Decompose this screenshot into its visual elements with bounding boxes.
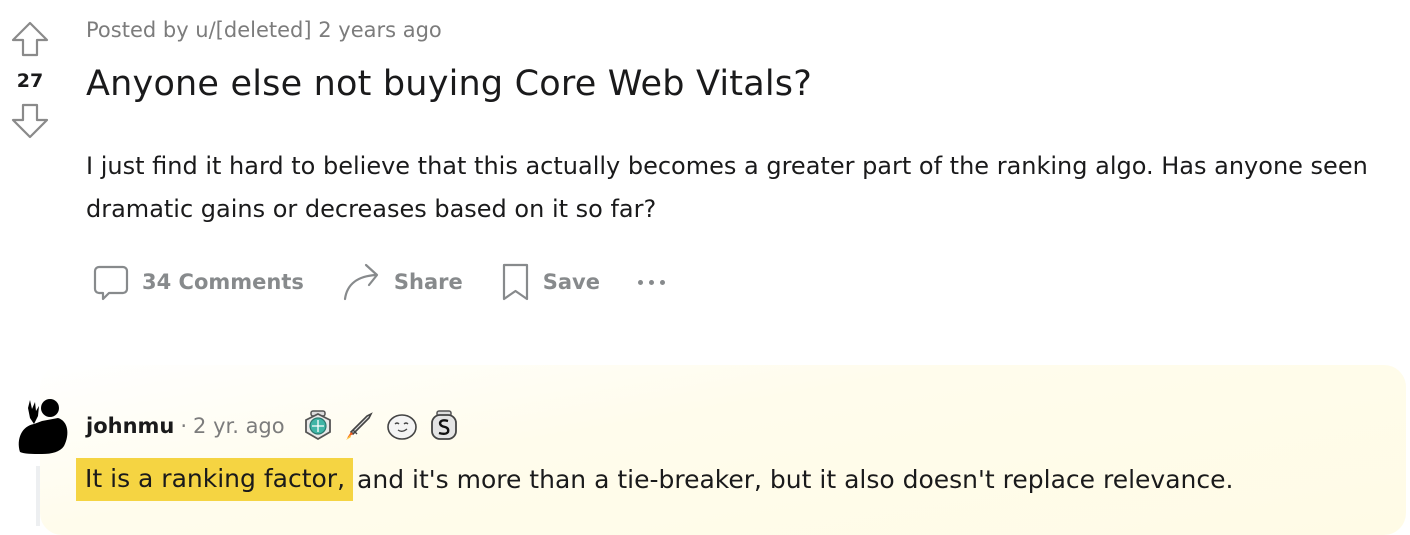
comments-label: 34 Comments bbox=[142, 270, 304, 294]
share-icon bbox=[343, 263, 378, 301]
rocket-award-icon[interactable] bbox=[343, 410, 375, 442]
post-title[interactable]: Anyone else not buying Core Web Vitals? bbox=[86, 64, 812, 104]
share-button[interactable]: Share bbox=[342, 262, 463, 302]
comment-icon bbox=[93, 265, 129, 301]
highlighted-text: It is a ranking factor, bbox=[76, 458, 354, 501]
save-button[interactable]: Save bbox=[501, 262, 600, 302]
more-dot-icon bbox=[637, 279, 643, 285]
more-dot-icon bbox=[648, 279, 654, 285]
share-label: Share bbox=[393, 270, 463, 294]
user-avatar-icon[interactable] bbox=[12, 394, 72, 454]
post-meta: Posted by u/[deleted] 2 years ago bbox=[86, 18, 442, 42]
comment-body: It is a ranking factor, and it's more th… bbox=[76, 458, 1233, 501]
post-actions: 34 Comments Share Save bbox=[92, 262, 665, 302]
more-dot-icon bbox=[659, 279, 665, 285]
comment-card bbox=[40, 365, 1406, 535]
upvote-icon[interactable] bbox=[10, 20, 50, 58]
comments-button[interactable]: 34 Comments bbox=[92, 263, 304, 301]
helpful-award-icon[interactable] bbox=[303, 410, 333, 442]
comment-text: and it's more than a tie-breaker, but it… bbox=[357, 465, 1234, 494]
save-label: Save bbox=[542, 270, 600, 294]
comment-username[interactable]: johnmu bbox=[86, 414, 174, 438]
vote-score: 27 bbox=[16, 70, 44, 92]
thread-collapse-line[interactable] bbox=[36, 466, 40, 526]
post-body: I just find it hard to believe that this… bbox=[86, 152, 1368, 223]
more-options-button[interactable] bbox=[637, 279, 665, 285]
vote-column: 27 bbox=[8, 20, 52, 140]
meta-separator: · bbox=[180, 414, 188, 438]
comment-meta: johnmu · 2 yr. ago bbox=[86, 410, 459, 442]
seal-award-icon[interactable] bbox=[385, 410, 419, 442]
bookmark-icon bbox=[502, 263, 528, 301]
silver-award-icon[interactable] bbox=[429, 410, 459, 442]
downvote-icon[interactable] bbox=[10, 102, 50, 140]
comment-time[interactable]: 2 yr. ago bbox=[193, 414, 285, 438]
